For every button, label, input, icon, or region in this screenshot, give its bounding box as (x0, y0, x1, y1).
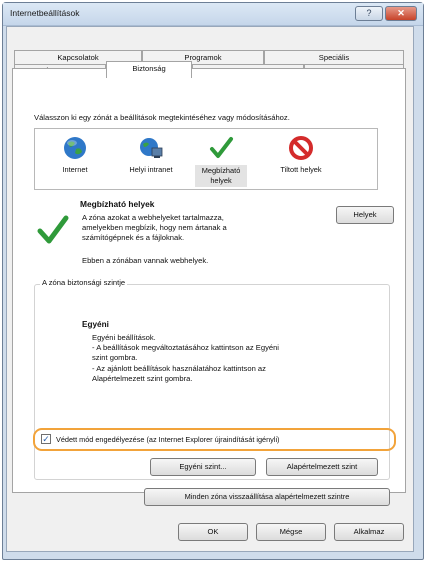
security-level-line-2: - A beállítások megváltoztatásához katti… (92, 343, 279, 352)
trusted-checkmark-icon (37, 215, 69, 244)
custom-level-button[interactable]: Egyéni szint... (150, 458, 256, 476)
security-level-title: Egyéni (82, 320, 109, 329)
zone-desc-line-2: amelyekben megbízik, hogy nem ártanak a (82, 223, 227, 232)
default-level-button[interactable]: Alapértelmezett szint (266, 458, 378, 476)
intranet-icon (140, 138, 163, 158)
globe-icon (64, 137, 86, 159)
title-bar[interactable]: Internetbeállítások ? ✕ (3, 3, 423, 26)
zone-restricted-sites[interactable]: Tiltott helyek (269, 135, 333, 174)
zone-sites-status: Ebben a zónában vannak webhelyek. (82, 256, 209, 265)
zone-label: Tiltott helyek (280, 165, 322, 174)
close-button[interactable]: ✕ (385, 6, 417, 21)
ok-button[interactable]: OK (178, 523, 248, 541)
security-level-line-4: - Az ajánlott beállítások használatához … (92, 364, 266, 373)
cancel-button[interactable]: Mégse (256, 523, 326, 541)
security-level-line-5: Alapértelmezett szint gombra. (92, 374, 193, 383)
zone-desc-line-1: A zóna azokat a webhelyeket tartalmazza, (82, 213, 224, 222)
help-button[interactable]: ? (355, 6, 383, 21)
tab-biztonsag[interactable]: Biztonság (106, 61, 192, 78)
sites-button[interactable]: Helyek (336, 206, 394, 224)
zones-prompt: Válasszon ki egy zónát a beállítások meg… (34, 113, 290, 122)
forbidden-icon (289, 136, 313, 160)
tab-specialis[interactable]: Speciális (264, 50, 404, 64)
zone-label: Helyi intranet (129, 165, 173, 174)
window-title: Internetbeállítások (10, 8, 80, 18)
protected-mode-label[interactable]: Védett mód engedélyezése (az Internet Ex… (56, 435, 280, 444)
zone-label: Megbízható helyek (195, 165, 247, 187)
protected-mode-checkbox[interactable]: ✓ (41, 434, 51, 444)
reset-all-zones-button[interactable]: Minden zóna visszaállítása alapértelmeze… (144, 488, 390, 506)
zone-title: Megbízható helyek (80, 199, 155, 209)
zone-internet[interactable]: Internet (43, 135, 107, 174)
checkmark-icon (210, 137, 233, 158)
apply-button[interactable]: Alkalmaz (334, 523, 404, 541)
zone-desc-line-3: számítógépnek és a fájloknak. (82, 233, 185, 242)
security-level-group-label: A zóna biztonsági szintje (40, 278, 128, 287)
zone-trusted-sites[interactable]: Megbízható helyek (191, 135, 251, 187)
zone-local-intranet[interactable]: Helyi intranet (119, 135, 183, 174)
security-level-line-1: Egyéni beállítások. (92, 333, 156, 342)
zone-list: Internet Helyi intranet Megbízható helye… (34, 128, 378, 190)
zone-label: Internet (62, 165, 88, 174)
security-level-line-3: szint gombra. (92, 353, 138, 362)
